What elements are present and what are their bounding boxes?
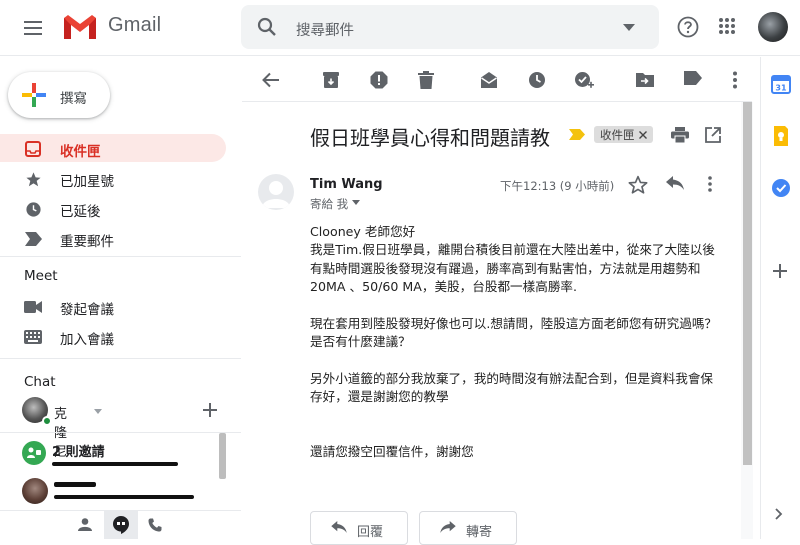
nav-item-snoozed[interactable]: 已延後 xyxy=(0,194,226,222)
star-outline-icon[interactable] xyxy=(628,175,648,194)
star-icon xyxy=(24,170,42,188)
nav-item-important[interactable]: 重要郵件 xyxy=(0,224,226,252)
body-line: 另外小道籤的部分我放棄了，我的時間沒有辦法配合到，但是資料我會保 xyxy=(310,371,713,386)
meet-item-label: 發起會議 xyxy=(60,302,114,318)
label-icon[interactable] xyxy=(684,71,702,89)
add-addon-icon[interactable] xyxy=(773,264,793,284)
keyboard-icon xyxy=(24,328,42,346)
chevron-down-icon[interactable] xyxy=(94,409,102,414)
chevron-down-icon[interactable] xyxy=(352,200,360,205)
body-line: 存好，還是謝謝您的教學 xyxy=(310,389,449,404)
body-line: 還請您撥空回覆信件，謝謝您 xyxy=(310,444,474,459)
calendar-icon[interactable]: 31 xyxy=(771,74,791,94)
chevron-right-icon[interactable] xyxy=(775,508,795,528)
search-input[interactable]: 搜尋郵件 xyxy=(296,19,354,40)
body-line: 有點時間選股後發現沒有躍過，勝率高到有點害怕，方法就是用趨勢和 xyxy=(310,261,701,276)
reply-button[interactable]: 回覆 xyxy=(310,511,408,545)
delete-icon[interactable] xyxy=(418,71,436,89)
compose-label: 撰寫 xyxy=(60,91,87,107)
video-icon xyxy=(24,298,42,316)
close-icon[interactable] xyxy=(638,130,647,139)
nav-item-label: 重要郵件 xyxy=(60,234,114,250)
redacted-text xyxy=(52,462,178,466)
main-menu-icon[interactable] xyxy=(18,15,48,41)
chat-section-title: Chat xyxy=(24,374,56,390)
body-line: 20MA 、50/60 MA，美股，台股都一樣高勝率. xyxy=(310,279,578,294)
forward-icon xyxy=(440,521,456,533)
move-to-icon[interactable] xyxy=(636,71,654,89)
chat-contact-avatar[interactable] xyxy=(22,478,48,504)
label-chip-text: 收件匣 xyxy=(600,127,635,142)
help-icon[interactable] xyxy=(677,16,699,38)
section-divider xyxy=(0,432,241,433)
email-timestamp: 下午12:13 (9 小時前) xyxy=(500,179,615,193)
meet-start-meeting[interactable]: 發起會議 xyxy=(0,292,226,320)
sender-avatar[interactable] xyxy=(258,174,294,210)
apps-grid-icon[interactable] xyxy=(718,17,736,35)
person-icon[interactable] xyxy=(78,518,92,531)
phone-icon[interactable] xyxy=(148,518,162,532)
inbox-icon xyxy=(24,140,42,158)
important-marker-icon[interactable] xyxy=(569,129,585,140)
body-line: 是否有什麼建議？ xyxy=(310,334,411,349)
nav-item-starred[interactable]: 已加星號 xyxy=(0,164,226,192)
nav-item-inbox[interactable]: 收件匣 xyxy=(0,134,226,162)
body-line: 現在套用到陸股發現好像也可以.想請問，陸股這方面老師您有研究過嗎？ xyxy=(310,316,718,331)
redacted-text xyxy=(54,482,96,487)
body-line: Clooney 老師您好 xyxy=(310,224,416,239)
hangouts-icon[interactable] xyxy=(104,511,138,539)
report-spam-icon[interactable] xyxy=(370,71,388,89)
clock-icon xyxy=(24,200,42,218)
online-status-dot xyxy=(42,416,52,426)
svg-text:31: 31 xyxy=(775,84,787,93)
forward-button[interactable]: 轉寄 xyxy=(419,511,517,545)
recipient-line: 寄給 我 xyxy=(310,197,349,211)
redacted-text xyxy=(54,495,194,499)
tasks-icon[interactable] xyxy=(771,178,791,198)
print-icon[interactable] xyxy=(671,127,689,143)
body-line: 我是Tim.假日班學員，離開台積後目前還在大陸出差中，從來了大陸以後 xyxy=(310,242,715,257)
add-to-tasks-icon[interactable] xyxy=(574,71,594,89)
meet-item-label: 加入會議 xyxy=(60,332,114,348)
reply-icon[interactable] xyxy=(666,176,684,190)
main-scrollbar-thumb[interactable] xyxy=(743,102,752,465)
meet-join-meeting[interactable]: 加入會議 xyxy=(0,322,226,350)
more-vertical-icon[interactable] xyxy=(732,71,750,89)
archive-icon[interactable] xyxy=(322,71,340,89)
sender-name[interactable]: Tim Wang xyxy=(310,177,383,192)
nav-item-label: 收件匣 xyxy=(60,144,101,160)
email-subject: 假日班學員心得和問題請教 xyxy=(310,126,550,150)
add-chat-icon[interactable] xyxy=(203,403,217,417)
section-divider xyxy=(0,358,241,359)
search-bar[interactable]: 搜尋郵件 xyxy=(241,5,659,49)
meet-section-title: Meet xyxy=(24,268,58,284)
open-new-window-icon[interactable] xyxy=(705,127,721,143)
compose-button[interactable]: 撰寫 xyxy=(8,72,110,118)
nav-item-label: 已加星號 xyxy=(60,174,114,190)
chat-invites-title[interactable]: 2 則邀請 xyxy=(52,441,105,460)
search-icon[interactable] xyxy=(257,17,277,37)
compose-plus-icon xyxy=(22,83,46,107)
nav-item-label: 已延後 xyxy=(60,204,101,220)
chat-invite-icon xyxy=(22,441,46,465)
reply-icon xyxy=(331,521,347,533)
app-name[interactable]: Gmail xyxy=(108,14,161,37)
search-options-caret-icon[interactable] xyxy=(623,24,635,31)
mark-unread-icon[interactable] xyxy=(480,71,498,89)
more-vertical-icon[interactable] xyxy=(707,176,713,192)
keep-icon[interactable] xyxy=(771,126,791,146)
account-avatar[interactable] xyxy=(758,12,788,42)
forward-label: 轉寄 xyxy=(466,525,493,540)
gmail-logo-icon[interactable] xyxy=(62,14,98,40)
toolbar-divider xyxy=(242,101,752,102)
inbox-label-chip[interactable]: 收件匣 xyxy=(594,126,653,143)
back-arrow-icon[interactable] xyxy=(262,71,280,89)
reply-label: 回覆 xyxy=(357,525,384,540)
snooze-icon[interactable] xyxy=(528,71,546,89)
chat-scrollbar[interactable] xyxy=(219,433,226,479)
important-icon xyxy=(24,230,42,248)
section-divider xyxy=(0,256,241,257)
